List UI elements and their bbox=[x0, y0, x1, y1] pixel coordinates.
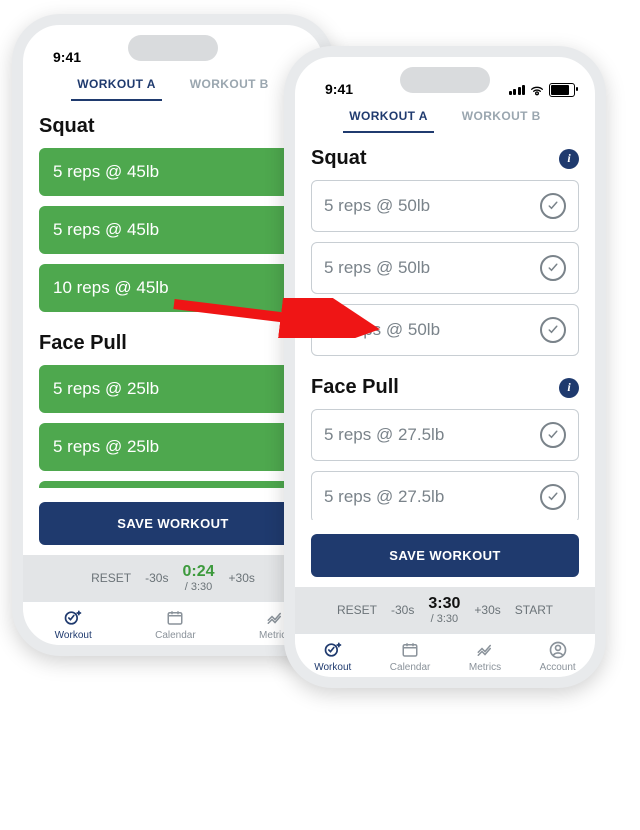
set-text: 5 reps @ 25lb bbox=[53, 437, 159, 457]
set-text: 5+ reps @ 50lb bbox=[324, 320, 440, 340]
status-time: 9:41 bbox=[325, 81, 353, 97]
set-row[interactable]: 8 reps @ 25lb bbox=[39, 481, 307, 488]
exercise-name: Face Pull bbox=[39, 332, 127, 355]
exercise-name: Squat bbox=[311, 147, 367, 170]
nav-label: Calendar bbox=[155, 630, 196, 641]
timer-minus-30[interactable]: -30s bbox=[391, 603, 414, 617]
tab-workout-a[interactable]: WORKOUT A bbox=[71, 69, 161, 101]
calendar-icon bbox=[164, 608, 186, 628]
nav-calendar[interactable]: Calendar bbox=[390, 640, 431, 673]
timer-clock: 0:24 bbox=[182, 563, 214, 581]
wifi-icon bbox=[529, 84, 545, 96]
timer-total: / 3:30 bbox=[428, 613, 460, 625]
info-icon[interactable]: i bbox=[559, 149, 579, 169]
set-row[interactable]: 5 reps @ 50lb bbox=[311, 242, 579, 294]
screen-right: 9:41 WORKOUT A WORKOUT B Squat i bbox=[295, 57, 595, 677]
status-time: 9:41 bbox=[53, 49, 81, 65]
set-text: 10 reps @ 45lb bbox=[53, 278, 169, 298]
timer-reset[interactable]: RESET bbox=[337, 603, 377, 617]
set-text: 5 reps @ 27.5lb bbox=[324, 425, 444, 445]
set-text: 5 reps @ 50lb bbox=[324, 258, 430, 278]
notch-pill bbox=[128, 35, 218, 61]
nav-metrics[interactable]: Metrics bbox=[469, 640, 501, 673]
nav-label: Workout bbox=[55, 630, 92, 641]
tab-workout-b[interactable]: WORKOUT B bbox=[456, 101, 547, 133]
workout-tabs: WORKOUT A WORKOUT B bbox=[295, 97, 595, 133]
status-indicators bbox=[509, 83, 576, 97]
exercise-header: Face Pull bbox=[39, 332, 307, 355]
set-text: 5 reps @ 45lb bbox=[53, 220, 159, 240]
nav-calendar[interactable]: Calendar bbox=[155, 608, 196, 641]
check-toggle[interactable] bbox=[540, 193, 566, 219]
content-area: Squat 5 reps @ 45lb 5 reps @ 45lb 10 rep… bbox=[23, 101, 323, 488]
set-row[interactable]: 5 reps @ 45lb bbox=[39, 148, 307, 196]
timer-bar: RESET -30s 0:24 / 3:30 +30s bbox=[23, 555, 323, 601]
check-toggle[interactable] bbox=[540, 484, 566, 510]
set-row[interactable]: 5+ reps @ 50lb bbox=[311, 304, 579, 356]
save-workout-button[interactable]: SAVE WORKOUT bbox=[311, 534, 579, 577]
nav-account[interactable]: Account bbox=[540, 640, 576, 673]
bottom-nav: Workout Calendar Metrics bbox=[23, 601, 323, 645]
timer-minus-30[interactable]: -30s bbox=[145, 571, 168, 585]
timer-start[interactable]: START bbox=[515, 603, 553, 617]
trend-icon bbox=[474, 640, 496, 660]
timer-plus-30[interactable]: +30s bbox=[229, 571, 255, 585]
person-circle-icon bbox=[547, 640, 569, 660]
set-row[interactable]: 5 reps @ 27.5lb bbox=[311, 409, 579, 461]
tab-workout-a[interactable]: WORKOUT A bbox=[343, 101, 433, 133]
notch-pill bbox=[400, 67, 490, 93]
phone-frame-right: 9:41 WORKOUT A WORKOUT B Squat i bbox=[284, 46, 606, 688]
set-row[interactable]: 10 reps @ 45lb bbox=[39, 264, 307, 312]
exercise-name: Face Pull bbox=[311, 376, 399, 399]
nav-workout[interactable]: Workout bbox=[314, 640, 351, 673]
content-area: Squat i 5 reps @ 50lb 5 reps @ 50lb 5+ r… bbox=[295, 133, 595, 520]
checkmark-plus-icon bbox=[322, 640, 344, 660]
exercise-header: Squat bbox=[39, 115, 307, 138]
battery-icon bbox=[549, 83, 575, 97]
check-toggle[interactable] bbox=[540, 422, 566, 448]
set-list: 5 reps @ 25lb 5 reps @ 25lb 8 reps @ 25l… bbox=[39, 365, 307, 488]
check-toggle[interactable] bbox=[540, 255, 566, 281]
timer-display: 0:24 / 3:30 bbox=[182, 563, 214, 593]
set-row[interactable]: 5 reps @ 25lb bbox=[39, 365, 307, 413]
calendar-icon bbox=[399, 640, 421, 660]
timer-display: 3:30 / 3:30 bbox=[428, 595, 460, 625]
save-workout-button[interactable]: SAVE WORKOUT bbox=[39, 502, 307, 545]
set-list: 5 reps @ 50lb 5 reps @ 50lb 5+ reps @ 50… bbox=[311, 180, 579, 356]
checkmark-plus-icon bbox=[62, 608, 84, 628]
exercise-header: Face Pull i bbox=[311, 376, 579, 399]
nav-label: Metrics bbox=[469, 662, 501, 673]
nav-label: Workout bbox=[314, 662, 351, 673]
trend-icon bbox=[264, 608, 286, 628]
stage: 9:41 . WORKOUT A WORKOUT B Squat 5 reps … bbox=[0, 0, 640, 830]
tab-workout-b[interactable]: WORKOUT B bbox=[184, 69, 275, 101]
set-row[interactable]: 5 reps @ 25lb bbox=[39, 423, 307, 471]
set-text: 5 reps @ 50lb bbox=[324, 196, 430, 216]
exercise-header: Squat i bbox=[311, 147, 579, 170]
timer-bar: RESET -30s 3:30 / 3:30 +30s START bbox=[295, 587, 595, 633]
exercise-name: Squat bbox=[39, 115, 95, 138]
set-row[interactable]: 5 reps @ 27.5lb bbox=[311, 471, 579, 520]
set-text: 5 reps @ 27.5lb bbox=[324, 487, 444, 507]
timer-plus-30[interactable]: +30s bbox=[474, 603, 500, 617]
timer-clock: 3:30 bbox=[428, 595, 460, 613]
set-list: 5 reps @ 45lb 5 reps @ 45lb 10 reps @ 45… bbox=[39, 148, 307, 312]
cellular-icon bbox=[509, 85, 526, 95]
nav-workout[interactable]: Workout bbox=[55, 608, 92, 641]
workout-tabs: WORKOUT A WORKOUT B bbox=[23, 65, 323, 101]
check-toggle[interactable] bbox=[540, 317, 566, 343]
set-list: 5 reps @ 27.5lb 5 reps @ 27.5lb 5+ reps … bbox=[311, 409, 579, 520]
screen-left: 9:41 . WORKOUT A WORKOUT B Squat 5 reps … bbox=[23, 25, 323, 645]
nav-label: Calendar bbox=[390, 662, 431, 673]
timer-reset[interactable]: RESET bbox=[91, 571, 131, 585]
nav-label: Account bbox=[540, 662, 576, 673]
set-row[interactable]: 5 reps @ 50lb bbox=[311, 180, 579, 232]
set-row[interactable]: 5 reps @ 45lb bbox=[39, 206, 307, 254]
set-text: 5 reps @ 45lb bbox=[53, 162, 159, 182]
info-icon[interactable]: i bbox=[559, 378, 579, 398]
bottom-nav: Workout Calendar Metrics bbox=[295, 633, 595, 677]
set-text: 5 reps @ 25lb bbox=[53, 379, 159, 399]
timer-total: / 3:30 bbox=[182, 581, 214, 593]
